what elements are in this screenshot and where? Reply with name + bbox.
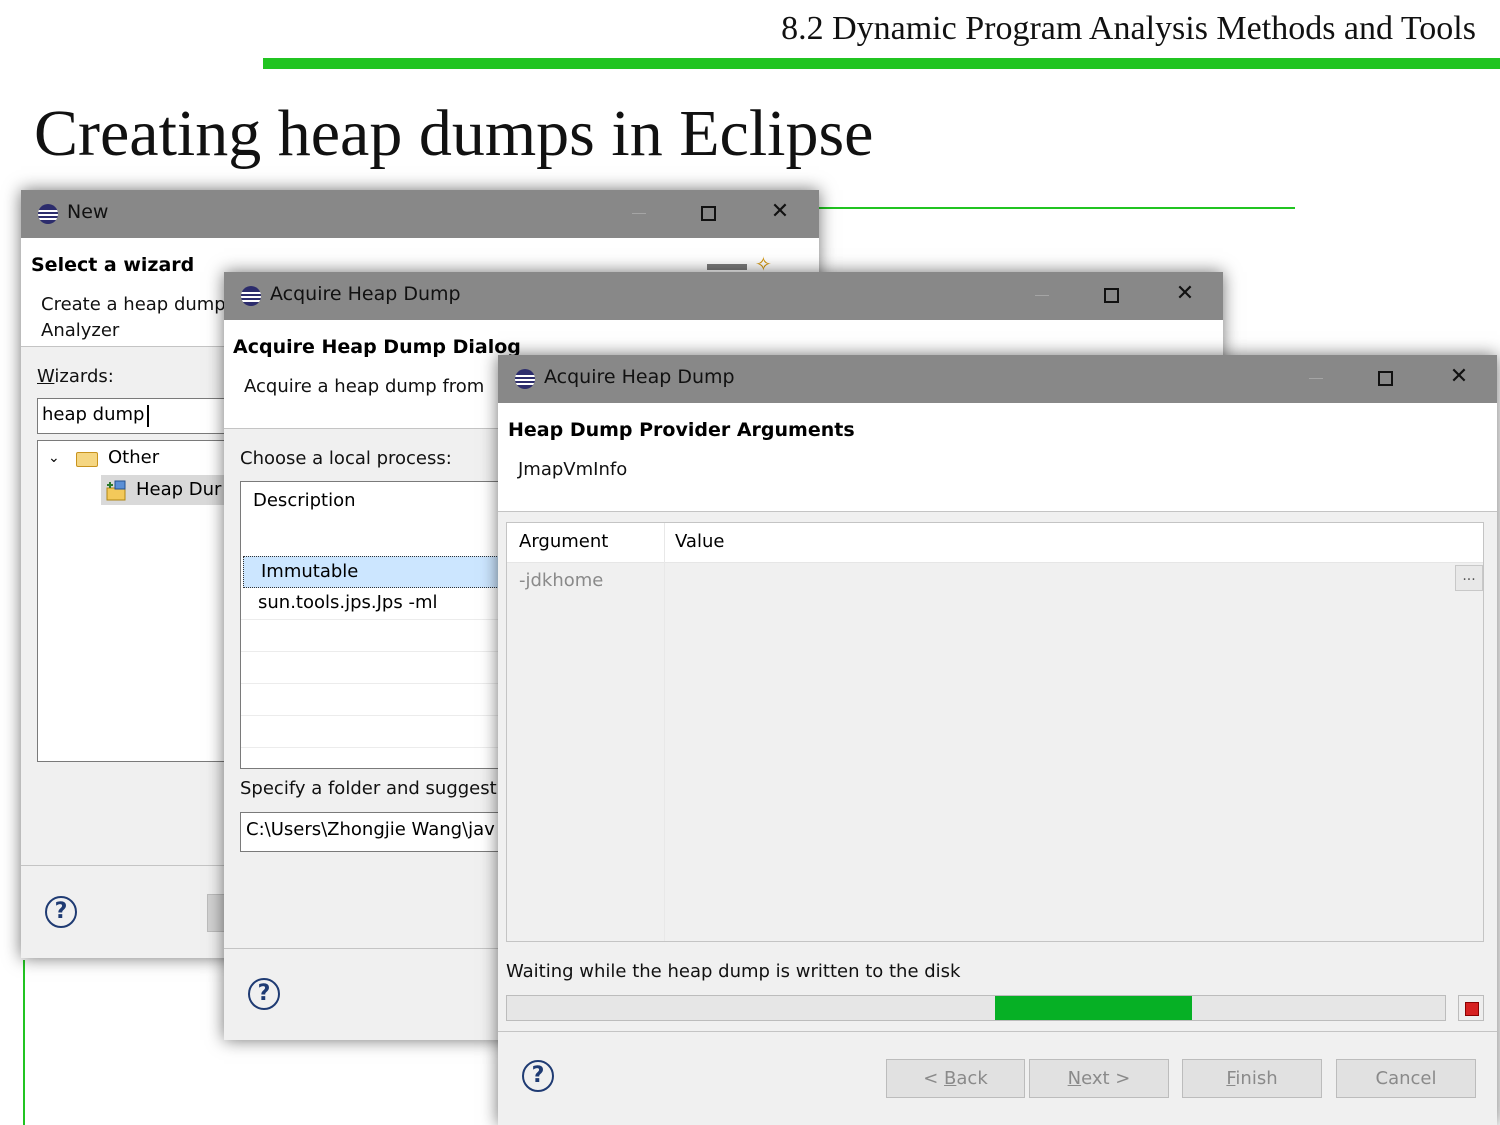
dialog-heading: Heap Dump Provider Arguments [508,419,855,441]
choose-process-label: Choose a local process: [240,448,452,469]
titlebar[interactable]: New ✕ [21,190,819,238]
folder-label: Specify a folder and suggest [240,778,497,799]
filter-value: heap dump [42,404,145,425]
minimize-icon[interactable] [1309,378,1323,379]
close-icon[interactable]: ✕ [1174,283,1196,305]
back-button[interactable]: < Back [886,1059,1025,1098]
stop-icon [1465,1002,1479,1016]
maximize-icon[interactable] [1378,371,1393,386]
wizard-tree[interactable]: ⌄ Other Heap Dur [37,440,238,762]
tree-item-other[interactable]: ⌄ Other [48,443,238,473]
minimize-icon[interactable] [1035,295,1049,296]
window-title: New [67,201,109,223]
section-header: 8.2 Dynamic Program Analysis Methods and… [781,10,1476,47]
wizard-banner-icon [707,264,747,270]
table-row[interactable]: -jdkhome [507,565,1483,597]
heap-dump-wizard-icon [106,480,126,501]
wizard-description-2: Analyzer [41,320,120,341]
folder-value: C:\Users\Zhongjie Wang\jav [246,819,495,840]
cancel-button[interactable]: Cancel [1336,1059,1476,1098]
column-header-description[interactable]: Description [253,490,356,511]
provider-name: JmapVmInfo [518,459,628,480]
stop-button[interactable] [1458,995,1484,1021]
close-icon[interactable]: ✕ [1448,366,1470,388]
argument-name: -jdkhome [519,570,604,591]
tree-item-label: Heap Dur [136,479,222,500]
window-title: Acquire Heap Dump [544,366,735,388]
titlebar[interactable]: Acquire Heap Dump ✕ [498,355,1497,403]
column-header-value[interactable]: Value [675,531,724,552]
status-text: Waiting while the heap dump is written t… [506,961,961,982]
help-icon[interactable]: ? [522,1060,554,1092]
dialog-heading: Acquire Heap Dump Dialog [233,336,521,358]
progress-fill [994,996,1192,1020]
finish-button[interactable]: Finish [1182,1059,1322,1098]
maximize-icon[interactable] [701,206,716,221]
accent-rule [815,207,1295,209]
window-title: Acquire Heap Dump [270,283,461,305]
eclipse-icon [515,369,535,389]
table-header: Argument Value [507,523,1483,563]
browse-button[interactable]: ... [1455,565,1483,591]
next-button[interactable]: Next > [1029,1059,1169,1098]
dialog-description: Acquire a heap dump from [244,376,485,397]
slide-title: Creating heap dumps in Eclipse [34,97,874,170]
eclipse-icon [38,204,58,224]
tree-item-heap-dump[interactable]: Heap Dur [101,475,238,505]
help-icon[interactable]: ? [248,978,280,1010]
header-rule [263,58,1500,69]
minimize-icon[interactable] [632,213,646,214]
text-cursor [147,405,149,427]
titlebar[interactable]: Acquire Heap Dump ✕ [224,272,1223,320]
wizards-label: Wizards: [37,366,114,387]
accent-rule-vertical [23,960,25,1125]
chevron-down-icon[interactable]: ⌄ [48,443,60,473]
folder-icon [76,452,98,467]
wizard-description: Create a heap dump [41,294,226,315]
eclipse-icon [241,286,261,306]
tree-item-label: Other [108,447,160,468]
provider-arguments-window: Acquire Heap Dump ✕ Heap Dump Provider A… [498,355,1497,1125]
column-header-argument[interactable]: Argument [519,531,608,552]
wizard-heading: Select a wizard [31,254,195,276]
help-icon[interactable]: ? [45,896,77,928]
close-icon[interactable]: ✕ [769,201,791,223]
arguments-table[interactable]: Argument Value -jdkhome ... [506,522,1484,942]
progress-bar [506,995,1446,1021]
wizard-filter-input[interactable]: heap dump [37,398,237,434]
maximize-icon[interactable] [1104,288,1119,303]
